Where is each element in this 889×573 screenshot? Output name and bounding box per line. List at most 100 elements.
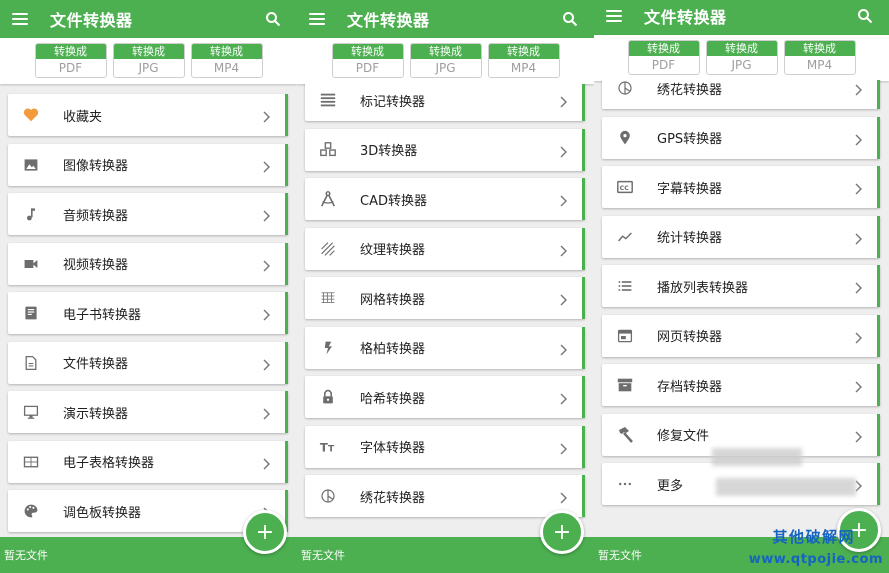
- convert-shortcuts: 转换成 PDF 转换成 JPG 转换成 MP4: [594, 35, 889, 81]
- menu-icon[interactable]: [309, 13, 325, 25]
- convert-to-mp4-button[interactable]: 转换成 MP4: [487, 43, 560, 78]
- fab-plus-icon: +: [552, 519, 572, 545]
- converter-item[interactable]: GPS转换器: [602, 116, 880, 159]
- converter-item-label: GPS转换器: [657, 132, 723, 147]
- chevron-right-icon: [262, 356, 270, 370]
- chevron-right-icon: [559, 489, 567, 504]
- add-file-button[interactable]: +: [540, 510, 584, 554]
- blurred-ad-overlay: [712, 448, 802, 466]
- panel-2: 文件转换器 转换成 PDF 转换成 JPG 转换成 MP4 标记转换器 3D转换器 CAD…: [297, 0, 594, 573]
- accent-strip: [582, 178, 585, 220]
- convert-to-jpg-button[interactable]: 转换成 JPG: [705, 40, 778, 75]
- accent-strip: [877, 463, 880, 505]
- search-icon[interactable]: [857, 8, 873, 24]
- converter-item[interactable]: 视频转换器: [8, 242, 288, 285]
- chip-label: 转换成: [35, 44, 106, 59]
- converter-item[interactable]: 标记转换器: [305, 84, 585, 121]
- markup-lines-icon: [318, 90, 338, 110]
- blurred-ad-overlay: [716, 478, 856, 496]
- chip-label: 转换成: [332, 44, 403, 59]
- converter-item[interactable]: 播放列表转换器: [602, 265, 880, 307]
- converter-item[interactable]: 收藏夹: [8, 94, 288, 136]
- converter-item[interactable]: T T 字体转换器: [305, 425, 585, 468]
- chip-format: MP4: [806, 58, 833, 72]
- chevron-right-icon: [559, 440, 567, 454]
- search-icon[interactable]: [265, 11, 281, 27]
- chip-format: JPG: [138, 61, 159, 75]
- menu-icon[interactable]: [12, 13, 28, 25]
- chip-format: JPG: [731, 58, 752, 72]
- chevron-right-icon: [559, 93, 567, 108]
- convert-to-jpg-button[interactable]: 转换成 JPG: [409, 43, 482, 78]
- converter-item[interactable]: 音频转换器: [8, 193, 288, 235]
- convert-to-pdf-button[interactable]: 转换成 PDF: [627, 40, 700, 75]
- convert-to-jpg-button[interactable]: 转换成 JPG: [112, 43, 185, 78]
- converter-item[interactable]: 统计转换器: [602, 215, 880, 258]
- chip-label: 转换成: [191, 44, 262, 59]
- webpage-icon: [615, 326, 635, 346]
- converter-item-label: 调色板转换器: [63, 505, 142, 521]
- converter-item[interactable]: 纹理转换器: [305, 227, 585, 270]
- accent-strip: [285, 242, 288, 285]
- converter-item[interactable]: 电子表格转换器: [8, 440, 288, 483]
- converter-item-label: 纹理转换器: [360, 243, 426, 258]
- chevron-right-icon: [262, 108, 270, 123]
- svg-text:T: T: [328, 444, 335, 454]
- converter-item[interactable]: 3D转换器: [305, 128, 585, 171]
- converter-item[interactable]: 网页转换器: [602, 314, 880, 357]
- accent-strip: [285, 292, 288, 334]
- videocam-icon: [21, 254, 41, 274]
- converter-item[interactable]: 绣花转换器: [602, 80, 880, 109]
- chip-label: 转换成: [784, 41, 855, 56]
- bolt-icon: [318, 338, 338, 358]
- chevron-right-icon: [262, 257, 270, 271]
- menu-icon[interactable]: [606, 10, 622, 22]
- more-dots-icon: [615, 474, 635, 494]
- converter-item[interactable]: 格柏转换器: [305, 326, 585, 369]
- chevron-right-icon: [559, 291, 567, 306]
- convert-to-pdf-button[interactable]: 转换成 PDF: [331, 43, 404, 78]
- converter-item-label: 收藏夹: [63, 109, 103, 125]
- converter-item-label: 修复文件: [657, 429, 710, 444]
- location-pin-icon: [615, 128, 635, 148]
- accent-strip: [877, 364, 880, 406]
- chip-format: PDF: [58, 61, 83, 75]
- converter-item[interactable]: 演示转换器: [8, 391, 288, 433]
- converter-item-label: 网格转换器: [360, 292, 426, 308]
- chevron-right-icon: [854, 81, 862, 96]
- converter-item[interactable]: 电子书转换器: [8, 292, 288, 334]
- chevron-right-icon: [262, 455, 270, 469]
- accent-strip: [285, 94, 288, 136]
- converter-item[interactable]: 存档转换器: [602, 364, 880, 406]
- accent-strip: [582, 376, 585, 418]
- converter-item-label: 存档转换器: [657, 379, 723, 395]
- watermark-title: 其他破解网: [772, 528, 855, 546]
- search-icon[interactable]: [562, 11, 578, 27]
- chevron-right-icon: [854, 279, 862, 294]
- document-icon: [21, 353, 41, 373]
- chip-label: 转换成: [628, 41, 699, 56]
- convert-to-mp4-button[interactable]: 转换成 MP4: [783, 40, 856, 75]
- convert-to-pdf-button[interactable]: 转换成 PDF: [34, 43, 107, 78]
- chevron-right-icon: [262, 405, 270, 420]
- converter-item[interactable]: 文件转换器: [8, 341, 288, 384]
- converter-item-label: 标记转换器: [360, 94, 426, 110]
- convert-shortcuts: 转换成 PDF 转换成 JPG 转换成 MP4: [297, 38, 594, 84]
- convert-to-mp4-button[interactable]: 转换成 MP4: [190, 43, 263, 78]
- converter-item-label: 3D转换器: [360, 144, 418, 159]
- converter-item[interactable]: 哈希转换器: [305, 376, 585, 418]
- embroidery-icon: [318, 486, 338, 506]
- app-title: 文件转换器: [50, 11, 133, 30]
- accent-strip: [285, 440, 288, 483]
- converter-item[interactable]: 网格转换器: [305, 277, 585, 319]
- converter-item[interactable]: CAD转换器: [305, 178, 585, 220]
- app-bar: 文件转换器: [297, 0, 594, 38]
- chevron-right-icon: [559, 192, 567, 207]
- converter-item[interactable]: CC 字幕转换器: [602, 166, 880, 208]
- accent-strip: [582, 475, 585, 517]
- add-file-button[interactable]: +: [243, 510, 287, 554]
- converter-item[interactable]: 绣花转换器: [305, 475, 585, 517]
- accent-strip: [285, 193, 288, 235]
- texture-icon: [318, 239, 338, 259]
- converter-item[interactable]: 图像转换器: [8, 143, 288, 186]
